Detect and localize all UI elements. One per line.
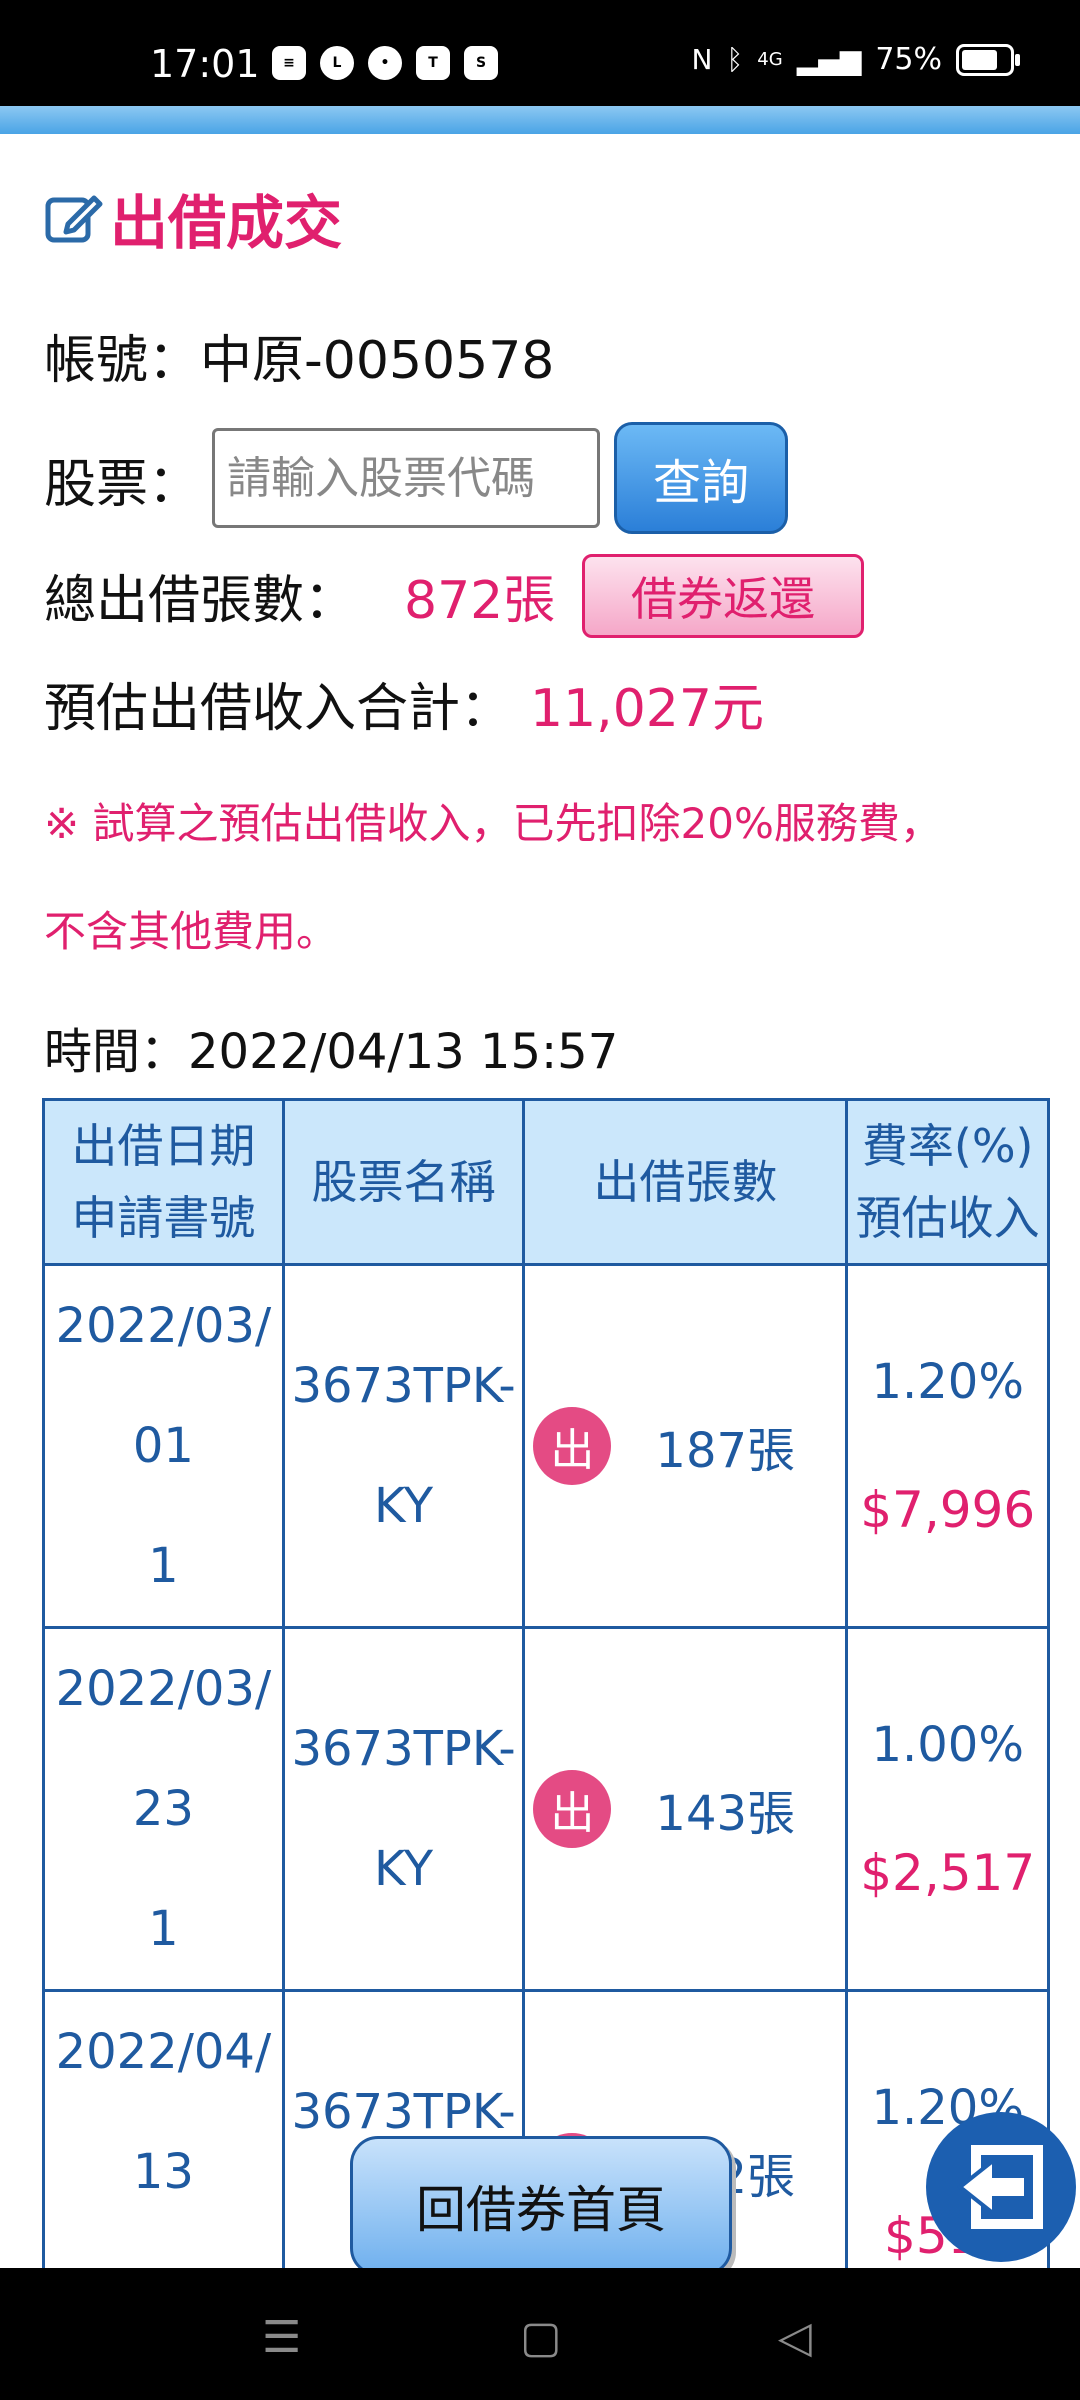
menu-icon[interactable]: ☰: [262, 2312, 301, 2363]
header-rate-income: 費率(%) 預估收入: [845, 1098, 1050, 1266]
table-header-row: 出借日期 申請書號 股票名稱 出借張數 費率(%) 預估收入: [42, 1098, 1050, 1266]
battery-percent: 75%: [875, 42, 942, 77]
row-qty-cell: 出 187張: [522, 1263, 849, 1629]
estimated-income: $2,517: [860, 1844, 1036, 1902]
status-time: 17:01: [150, 42, 260, 86]
lend-out-badge: 出: [533, 1770, 612, 1848]
fee-rate: 1.20%: [871, 1354, 1024, 1410]
header-band: [0, 106, 1080, 134]
battery-icon: [956, 43, 1020, 76]
account-row: 帳號：中原-0050578: [44, 318, 554, 393]
lend-out-badge: 出: [533, 1407, 612, 1485]
estimated-income-row: 預估出借收入合計： 11,027元: [44, 666, 764, 741]
table-row: 2022/03/01 1 3673TPK- KY 出 187張 1.20% $7,996: [42, 1263, 1050, 1629]
line-icon: L: [320, 46, 354, 80]
back-icon[interactable]: ◁: [778, 2312, 812, 2363]
time-value: 2022/04/13 15:57: [188, 1024, 619, 1080]
total-lending-row: 總出借張數： 872張: [44, 558, 555, 633]
estimate-value: 11,027元: [530, 679, 764, 739]
header-stock-name: 股票名稱: [281, 1098, 526, 1266]
lending-qty: 187張: [655, 1423, 796, 1479]
stock-label: 股票：: [44, 455, 201, 515]
row-qty-cell: 出 143張: [522, 1626, 849, 1992]
query-button[interactable]: 查詢: [614, 422, 788, 534]
row-date-cell: 2022/03/23 1: [42, 1626, 285, 1992]
estimated-income: $7,996: [860, 1481, 1036, 1539]
logout-button[interactable]: [926, 2112, 1076, 2262]
estimate-label: 預估出借收入合計：: [44, 679, 513, 739]
tdcc-icon: T: [416, 46, 450, 80]
fee-rate: 1.00%: [871, 1717, 1024, 1773]
row-rate-cell: 1.20% $7,996: [845, 1263, 1050, 1629]
query-time: 時間：2022/04/13 15:57: [44, 1012, 618, 1082]
row-stock-cell: 3673TPK-KY: [281, 1263, 526, 1629]
table-row: 2022/03/23 1 3673TPK- KY 出 143張 1.00% $2,517: [42, 1626, 1050, 1992]
nfc-icon: N: [691, 43, 713, 76]
edit-icon: [45, 195, 103, 243]
home-icon[interactable]: ▢: [520, 2312, 562, 2363]
status-bar: 17:01 ≡ L • T S N ᛒ 4G ▂▄▆ 75%: [0, 0, 1080, 106]
fee-note-line2: 不含其他費用。: [44, 907, 339, 956]
stock-code-input[interactable]: [212, 428, 600, 528]
header-lending-qty: 出借張數: [522, 1098, 849, 1266]
row-rate-cell: 1.00% $2,517: [845, 1626, 1050, 1992]
signal-icon: ▂▄▆: [796, 43, 862, 76]
row-date-cell: 2022/03/01 1: [42, 1263, 285, 1629]
return-securities-button[interactable]: 借券返還: [582, 554, 864, 638]
time-label: 時間：: [44, 1024, 189, 1080]
account-value: 中原-0050578: [200, 331, 555, 391]
notification-icons: ≡ L • T S: [272, 46, 498, 80]
page-title-text: 出借成交: [110, 189, 343, 257]
network-type: 4G: [757, 49, 783, 70]
total-value: 872張: [404, 571, 556, 631]
back-to-home-button[interactable]: 回借券首頁: [350, 2136, 732, 2276]
total-label: 總出借張數：: [44, 571, 357, 631]
page-title: 出借成交: [44, 176, 342, 260]
bluetooth-icon: ᛒ: [726, 43, 744, 76]
system-nav-bar: ☰ ▢ ◁: [0, 2268, 1080, 2400]
status-right: N ᛒ 4G ▂▄▆ 75%: [691, 42, 1020, 77]
message-icon: ≡: [272, 46, 306, 80]
account-label: 帳號：: [44, 331, 201, 391]
lending-qty: 143張: [655, 1786, 796, 1842]
fee-note-line1: ※ 試算之預估出借收入，已先扣除20%服務費，: [44, 799, 942, 848]
chat-bubble-icon: •: [368, 46, 402, 80]
row-stock-cell: 3673TPK-KY: [281, 1626, 526, 1992]
header-date-appno: 出借日期 申請書號: [42, 1098, 285, 1266]
shopee-icon: S: [464, 46, 498, 80]
exit-icon: [956, 2145, 1043, 2229]
